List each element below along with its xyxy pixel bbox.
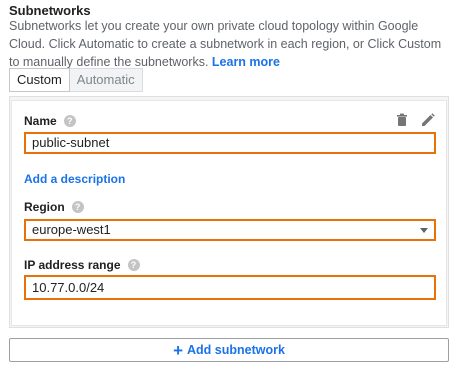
- name-label-text: Name: [24, 114, 57, 128]
- trash-icon[interactable]: [395, 113, 409, 127]
- dropdown-arrow-icon: [420, 228, 428, 233]
- subnet-card: Name ? public-subnet Add a description R…: [11, 100, 447, 326]
- add-description-link[interactable]: Add a description: [24, 172, 125, 186]
- region-label-text: Region: [24, 200, 65, 214]
- region-value: europe-west1: [32, 222, 111, 237]
- pencil-icon[interactable]: [421, 113, 435, 127]
- ip-range-label-text: IP address range: [24, 258, 121, 272]
- name-input[interactable]: public-subnet: [24, 132, 436, 154]
- subnet-panel: Name ? public-subnet Add a description R…: [9, 96, 449, 328]
- ip-range-input[interactable]: 10.77.0.0/24: [24, 275, 436, 300]
- help-icon[interactable]: ?: [127, 259, 140, 271]
- subnetworks-title: Subnetworks: [9, 3, 91, 18]
- subnetworks-description: Subnetworks let you create your own priv…: [9, 17, 449, 71]
- tab-automatic[interactable]: Automatic: [69, 68, 143, 92]
- name-label: Name ?: [24, 114, 76, 128]
- tab-custom[interactable]: Custom: [9, 68, 70, 92]
- learn-more-link[interactable]: Learn more: [212, 55, 280, 69]
- plus-icon: +: [173, 340, 183, 360]
- region-select[interactable]: europe-west1: [24, 219, 436, 241]
- help-icon[interactable]: ?: [63, 115, 76, 127]
- help-icon[interactable]: ?: [71, 201, 84, 213]
- mode-tabs: Custom Automatic: [9, 68, 143, 92]
- add-subnetwork-label: Add subnetwork: [187, 343, 285, 357]
- region-label: Region ?: [24, 200, 84, 214]
- add-subnetwork-button[interactable]: + Add subnetwork: [9, 338, 449, 362]
- ip-range-label: IP address range ?: [24, 258, 140, 272]
